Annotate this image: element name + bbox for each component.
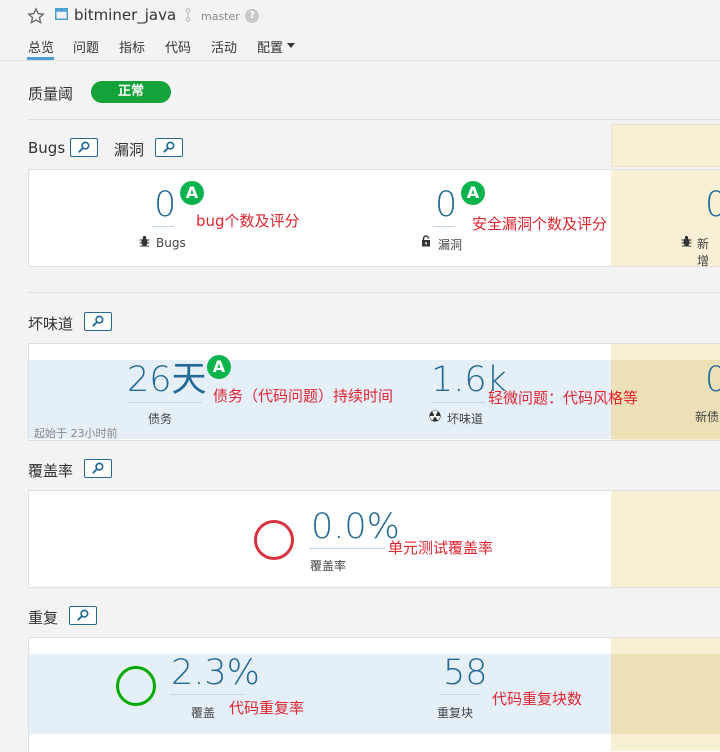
leak-highlight-band [611,654,720,734]
link-icon [163,141,175,153]
bug-icon [139,235,150,247]
project-icon [55,8,68,20]
coverage-link-button[interactable] [84,459,112,478]
code-smells-annotation: 轻微问题：代码风格等 [488,389,639,407]
coverage-section-title: 覆盖率 [28,462,74,480]
bugs-annotation: bug个数及评分 [196,212,300,230]
tab-configuration[interactable]: 配置 [257,37,283,56]
code-smells-link-button[interactable] [84,312,112,331]
tab-code[interactable]: 代码 [165,37,191,56]
help-icon[interactable]: ? [245,9,259,23]
leak-period-header [611,124,720,167]
tab-issues[interactable]: 问题 [73,37,99,56]
coverage-value[interactable]: 0.0% [311,510,400,545]
lock-icon [422,235,430,247]
divider [152,226,174,227]
technical-debt-label: 债务 [148,412,173,426]
duplicated-lines-label: 覆盖 [191,706,216,720]
code-smells-label: 坏味道 [447,412,484,426]
duplicated-lines-annotation: 代码重复率 [229,699,305,717]
duplicated-blocks-value[interactable]: 58 [443,656,488,691]
technical-debt-value[interactable]: 26天 [127,363,207,398]
caret-down-icon [287,43,295,48]
divider [433,226,455,227]
vulnerabilities-link-button[interactable] [155,138,183,157]
tab-measures[interactable]: 指标 [119,37,145,56]
bug-icon [681,235,692,247]
tab-overview[interactable]: 总览 [28,37,54,56]
divider [431,402,486,403]
divider [28,119,720,120]
duplications-section-title: 重复 [28,609,59,627]
duplications-donut-chart [116,666,156,706]
divider [309,548,385,549]
duplicated-blocks-annotation: 代码重复块数 [492,690,583,708]
radiation-icon [429,410,441,422]
branch-name: master [201,10,240,23]
link-icon [92,315,104,327]
quality-gate-label: 质量阈 [28,85,74,103]
bugs-section-title: Bugs [28,139,66,157]
divider [441,694,479,695]
new-bugs-label: 新增 [697,237,710,268]
new-bugs-count[interactable]: 0 [705,188,720,223]
duplications-link-button[interactable] [69,606,97,625]
divider [28,292,720,293]
duplicated-blocks-label: 重复块 [437,706,474,720]
leak-start-text: 起始于 23小时前 [34,427,118,440]
bugs-label: Bugs [156,236,186,250]
vulnerabilities-annotation: 安全漏洞个数及评分 [472,215,608,233]
vulnerabilities-section-title: 漏洞 [114,141,145,159]
technical-debt-annotation: 债务（代码问题）持续时间 [213,387,394,405]
branch-icon [185,8,191,22]
project-name[interactable]: bitminer_java [74,6,176,24]
tab-activity[interactable]: 活动 [211,37,237,56]
duplicated-lines-value[interactable]: 2.3% [171,656,260,691]
divider [127,402,202,403]
coverage-donut-chart [254,520,294,560]
leak-period-column [611,491,720,587]
bugs-rating-badge[interactable]: A [180,181,204,205]
vulnerabilities-count[interactable]: 0 [435,188,457,223]
link-icon [78,141,90,153]
divider [170,694,245,695]
new-debt-label: 新债 [695,410,720,424]
vulnerabilities-rating-badge[interactable]: A [461,181,485,205]
vulnerabilities-label: 漏洞 [438,238,463,252]
new-debt-value[interactable]: 0 [705,363,720,398]
coverage-annotation: 单元测试覆盖率 [388,539,494,557]
bugs-count[interactable]: 0 [154,188,176,223]
link-icon [92,462,104,474]
quality-gate-status-badge[interactable]: 正常 [91,81,171,103]
star-icon[interactable] [27,7,45,25]
bugs-link-button[interactable] [70,138,98,157]
coverage-label: 覆盖率 [310,559,347,573]
link-icon [77,609,89,621]
code-smells-section-title: 坏味道 [28,315,74,333]
maintainability-rating-badge[interactable]: A [207,355,231,379]
active-tab-indicator [27,57,54,60]
